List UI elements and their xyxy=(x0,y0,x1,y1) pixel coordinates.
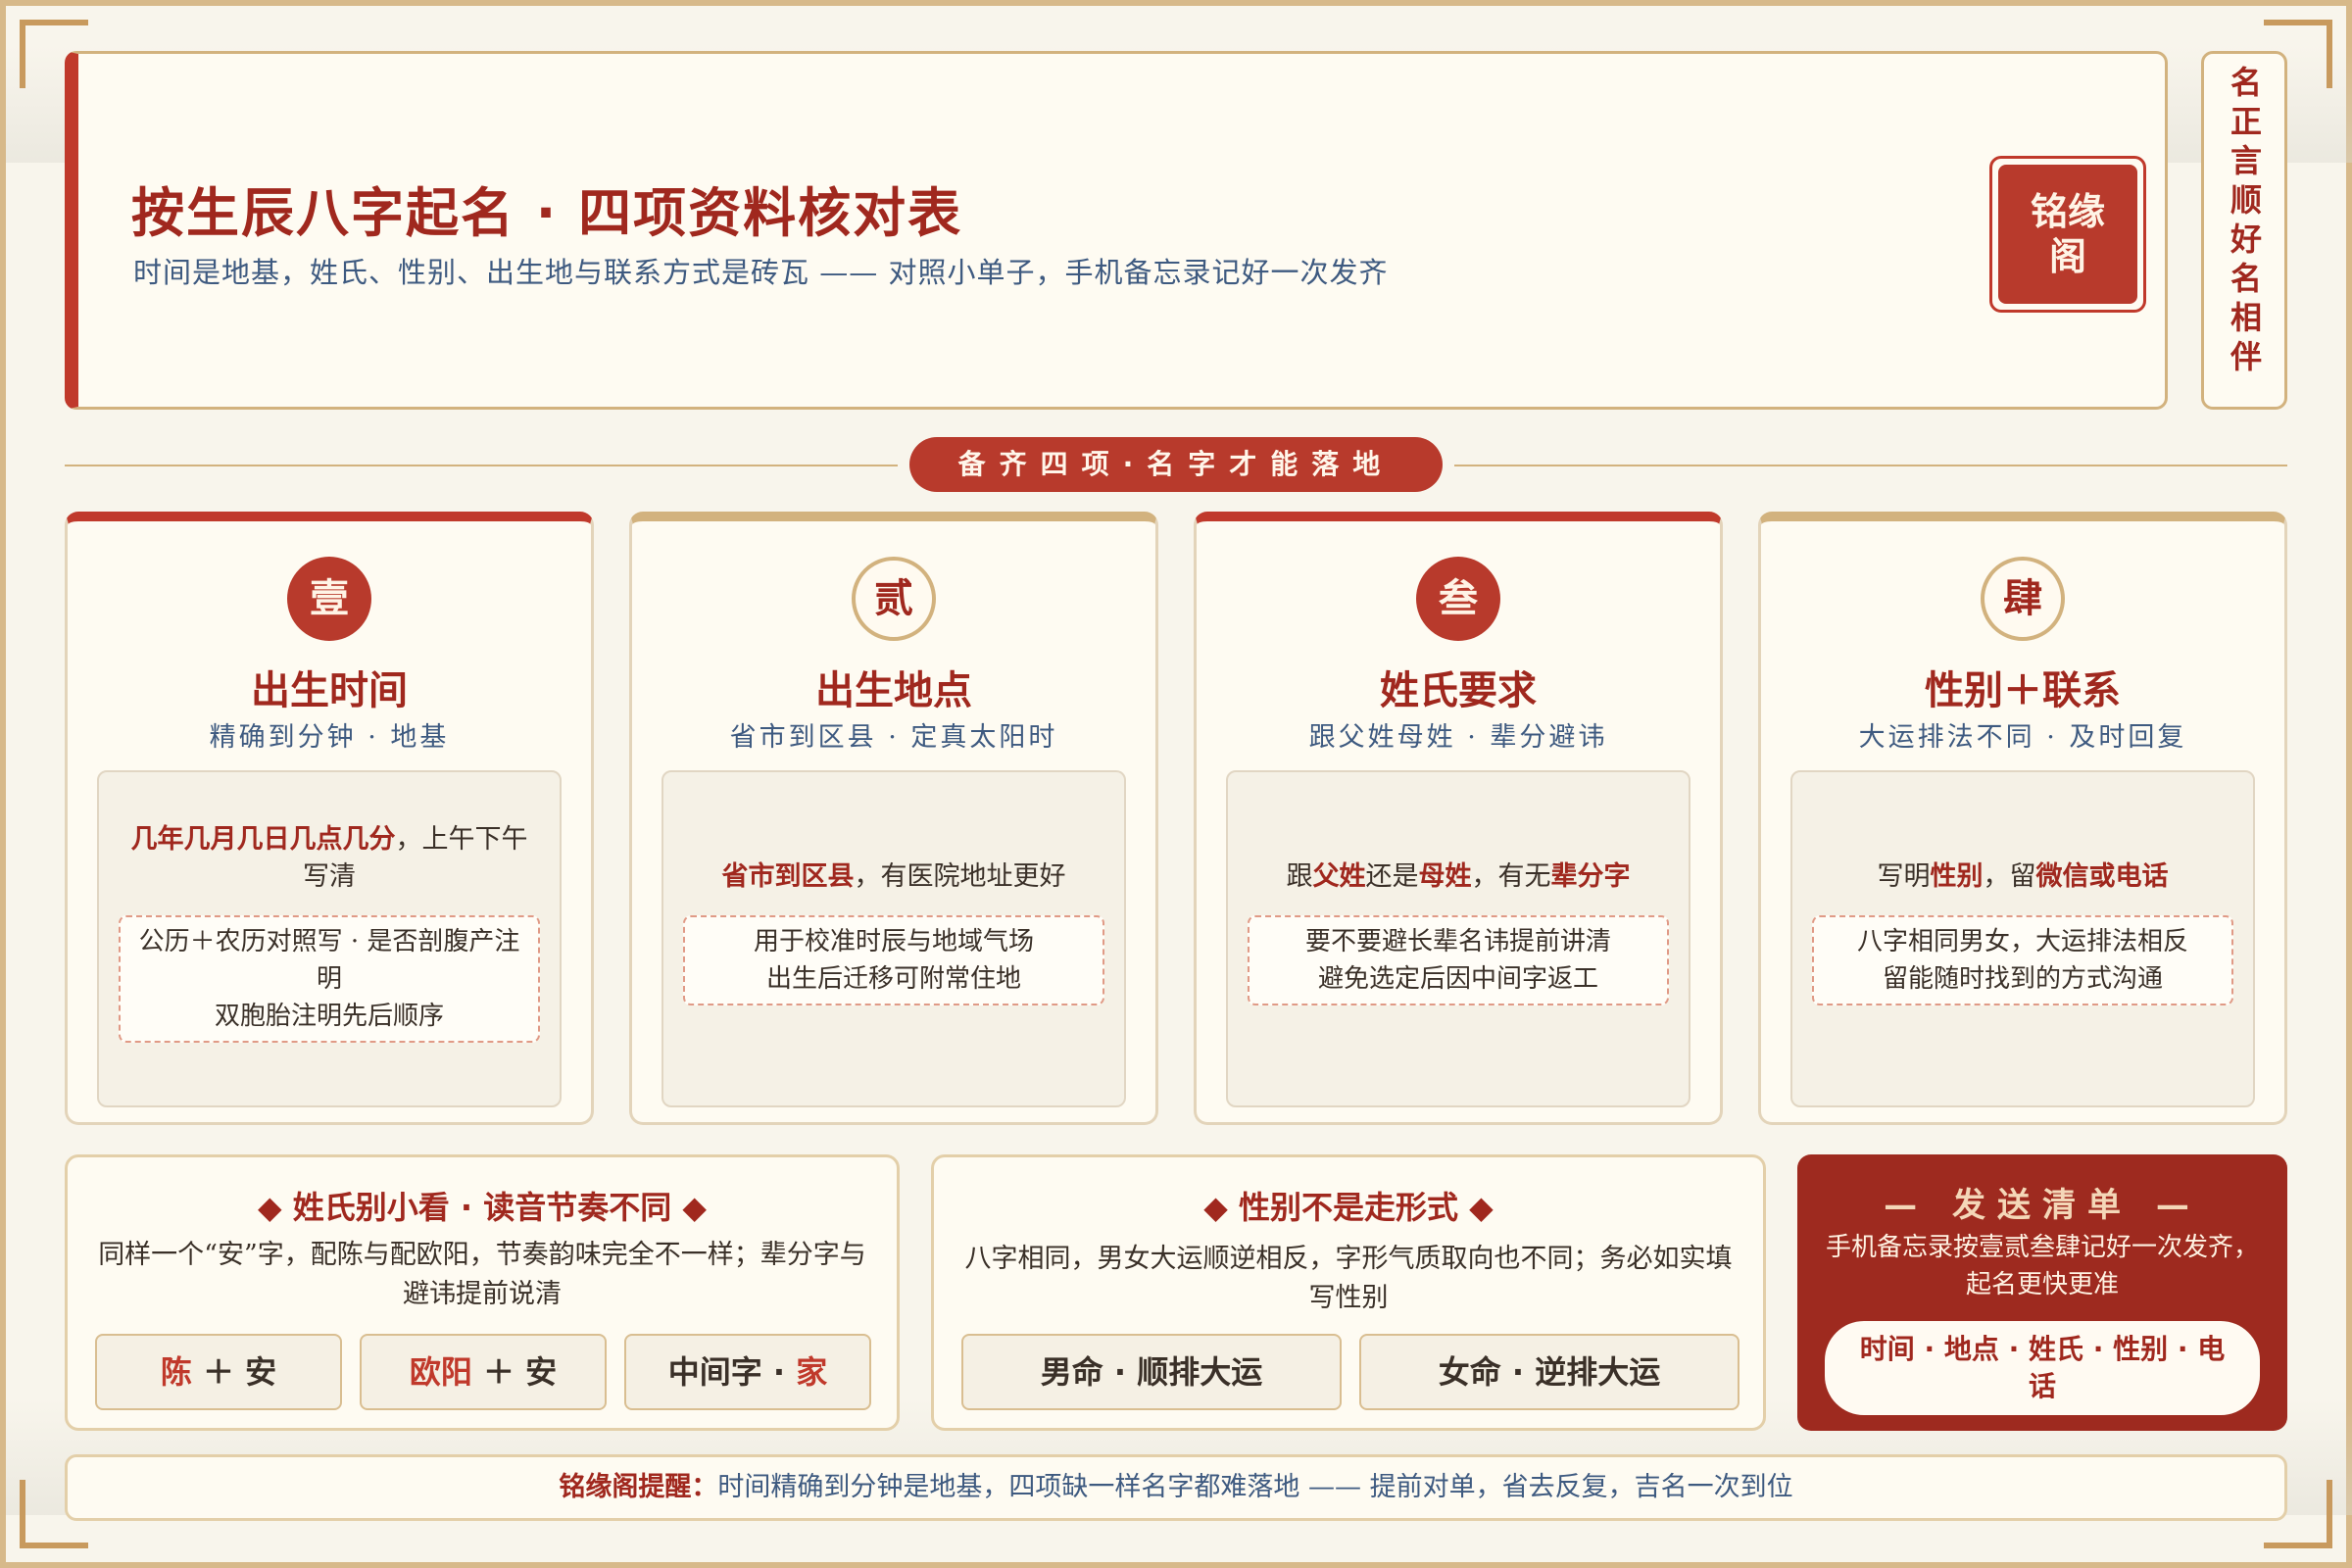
divider-line xyxy=(65,465,898,466)
footer-text: 时间精确到分钟是地基，四项缺一样名字都难落地 —— 提前对单，省去反复，吉名一次… xyxy=(717,1472,1793,1502)
card-number-badge: 肆 xyxy=(1981,557,2065,641)
card-number-badge: 叁 xyxy=(1416,557,1500,641)
card-detail-box: 省市到区县，有医院地址更好 用于校准时辰与地域气场 出生后迁移可附常住地 xyxy=(662,770,1126,1107)
card-detail-box: 写明性别，留微信或电话 八字相同男女，大运排法相反 留能随时找到的方式沟通 xyxy=(1790,770,2255,1107)
card-note: 公历＋农历对照写 · 是否剖腹产注明 双胞胎注明先后顺序 xyxy=(119,915,540,1043)
note-line: 用于校准时辰与地域气场 xyxy=(753,927,1034,956)
divider-line xyxy=(1454,465,2287,466)
note-line: 双胞胎注明先后顺序 xyxy=(214,1002,444,1031)
card-title: 姓氏要求 xyxy=(1380,668,1537,713)
gender-panel: ◆ 性别不是走形式 ◆ 八字相同，男女大运顺逆相反，字形气质取向也不同；务必如实… xyxy=(931,1154,1766,1431)
note-line: 八字相同男女，大运排法相反 xyxy=(1856,927,2188,956)
footer-reminder: 铭缘阁提醒：时间精确到分钟是地基，四项缺一样名字都难落地 —— 提前对单，省去反… xyxy=(65,1454,2287,1521)
lead-highlight: 省市到区县 xyxy=(721,861,855,892)
note-line: 出生后迁移可附常住地 xyxy=(765,964,1021,994)
section-banner: 备齐四项·名字才能落地 xyxy=(909,437,1443,492)
card-note: 要不要避长辈名讳提前讲清 避免选定后因中间字返工 xyxy=(1248,915,1669,1005)
card-birth-time: 壹 出生时间 精确到分钟 · 地基 几年几月几日几点几分，上午下午写清 公历＋农… xyxy=(65,512,594,1125)
card-number-badge: 贰 xyxy=(852,557,936,641)
card-subtitle: 省市到区县 · 定真太阳时 xyxy=(729,722,1058,753)
card-subtitle: 大运排法不同 · 及时回复 xyxy=(1858,722,2187,753)
example-chip: 欧阳 ＋ 安 xyxy=(360,1334,607,1410)
checklist-pill: 时间 · 地点 · 姓氏 · 性别 · 电话 xyxy=(1825,1321,2260,1415)
gender-chip: 男命 · 顺排大运 xyxy=(961,1334,1342,1410)
page-subtitle: 时间是地基，姓氏、性别、出生地与联系方式是砖瓦 —— 对照小单子，手机备忘录记好… xyxy=(133,256,1389,289)
card-detail-box: 跟父姓还是母姓，有无辈分字 要不要避长辈名讳提前讲清 避免选定后因中间字返工 xyxy=(1226,770,1690,1107)
card-lead-text: 写明性别，留微信或电话 xyxy=(1877,861,2169,892)
lead-highlight: 几年几月几日几点几分 xyxy=(130,824,396,855)
send-checklist-panel: — 发送清单 — 手机备忘录按壹贰叁肆记好一次发齐，起名更快更准 时间 · 地点… xyxy=(1797,1154,2287,1431)
card-title: 出生地点 xyxy=(815,668,972,713)
note-line: 要不要避长辈名讳提前讲清 xyxy=(1304,927,1611,956)
card-detail-box: 几年几月几日几点几分，上午下午写清 公历＋农历对照写 · 是否剖腹产注明 双胞胎… xyxy=(97,770,562,1107)
gender-chip: 女命 · 逆排大运 xyxy=(1359,1334,1740,1410)
panel-title: ◆ 姓氏别小看 · 读音节奏不同 ◆ xyxy=(258,1189,707,1226)
note-line: 留能随时找到的方式沟通 xyxy=(1882,964,2163,994)
panel-text: 手机备忘录按壹贰叁肆记好一次发齐，起名更快更准 xyxy=(1825,1233,2259,1299)
card-lead-text: 几年几月几日几点几分，上午下午写清 xyxy=(119,821,540,896)
panel-title: — 发送清单 — xyxy=(1884,1186,2201,1225)
card-lead-text: 省市到区县，有医院地址更好 xyxy=(683,858,1104,896)
brand-seal: 铭缘阁 xyxy=(1989,156,2146,313)
card-number-badge: 壹 xyxy=(287,557,371,641)
note-line: 公历＋农历对照写 · 是否剖腹产注明 xyxy=(138,927,520,994)
card-subtitle: 跟父姓母姓 · 辈分避讳 xyxy=(1308,722,1608,753)
lead-rest: ，有医院地址更好 xyxy=(854,861,1066,892)
seal-label: 铭缘阁 xyxy=(2030,190,2105,278)
card-note: 用于校准时辰与地域气场 出生后迁移可附常住地 xyxy=(683,915,1104,1005)
card-title: 出生时间 xyxy=(251,668,408,713)
side-motto: 名正言顺好名相伴 xyxy=(2226,66,2263,379)
surname-panel: ◆ 姓氏别小看 · 读音节奏不同 ◆ 同样一个“安”字，配陈与配欧阳，节奏韵味完… xyxy=(65,1154,900,1431)
note-line: 避免选定后因中间字返工 xyxy=(1317,964,1598,994)
example-chip: 陈 ＋ 安 xyxy=(95,1334,342,1410)
card-lead-text: 跟父姓还是母姓，有无辈分字 xyxy=(1286,861,1631,892)
panel-title: ◆ 性别不是走形式 ◆ xyxy=(1203,1189,1494,1226)
side-motto-panel: 名正言顺好名相伴 xyxy=(2201,51,2287,410)
brand-seal-text: 铭缘阁 xyxy=(1998,165,2137,304)
card-title: 性别＋联系 xyxy=(1925,668,2121,713)
card-birth-place: 贰 出生地点 省市到区县 · 定真太阳时 省市到区县，有医院地址更好 用于校准时… xyxy=(629,512,1158,1125)
footer-label: 铭缘阁提醒： xyxy=(559,1472,718,1502)
card-note: 八字相同男女，大运排法相反 留能随时找到的方式沟通 xyxy=(1812,915,2233,1005)
page-title: 按生辰八字起名 · 四项资料核对表 xyxy=(131,182,963,244)
example-chip: 中间字 · 家 xyxy=(624,1334,871,1410)
card-gender-contact: 肆 性别＋联系 大运排法不同 · 及时回复 写明性别，留微信或电话 八字相同男女… xyxy=(1758,512,2287,1125)
card-subtitle: 精确到分钟 · 地基 xyxy=(209,722,450,753)
card-surname: 叁 姓氏要求 跟父姓母姓 · 辈分避讳 跟父姓还是母姓，有无辈分字 要不要避长辈… xyxy=(1194,512,1723,1125)
panel-text: 同样一个“安”字，配陈与配欧阳，节奏韵味完全不一样；辈分字与避讳提前说清 xyxy=(98,1240,866,1309)
header-panel: 按生辰八字起名 · 四项资料核对表 时间是地基，姓氏、性别、出生地与联系方式是砖… xyxy=(65,51,2168,410)
panel-text: 八字相同，男女大运顺逆相反，字形气质取向也不同；务必如实填写性别 xyxy=(964,1244,1733,1313)
